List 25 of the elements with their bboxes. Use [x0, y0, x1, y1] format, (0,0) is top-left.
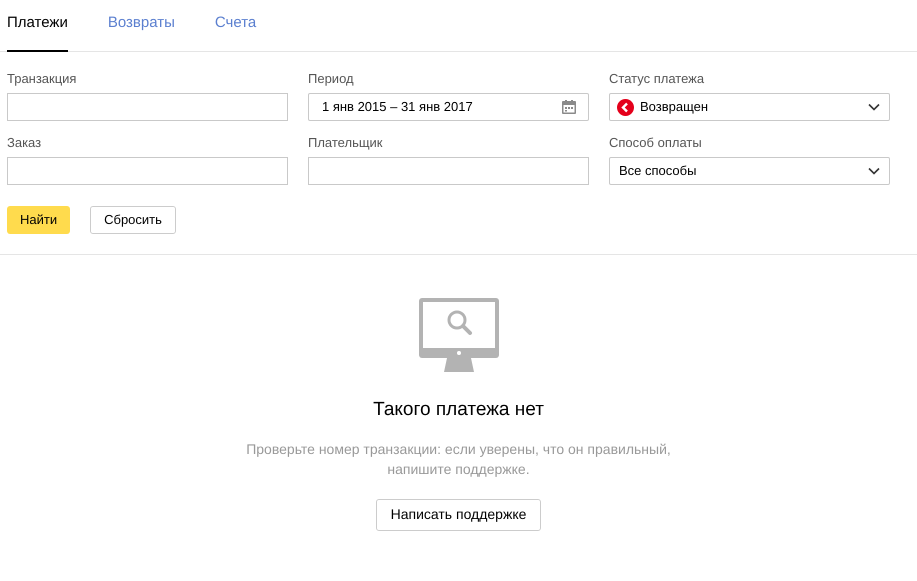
empty-state-text: Проверьте номер транзакции: если уверены, что он правильный, напишите поддержке. — [245, 440, 672, 478]
field-label: Статус платежа — [609, 71, 706, 86]
field-label: Заказ — [7, 135, 42, 150]
input-field[interactable] — [7, 157, 288, 185]
calendar-icon — [562, 100, 576, 114]
select-field[interactable]: Возвращен — [609, 93, 890, 121]
input-field[interactable] — [308, 157, 589, 185]
field-label: Способ оплаты — [609, 135, 703, 150]
contact-support-button[interactable]: Написать поддержке — [376, 498, 542, 530]
date-range-field[interactable]: 1 янв 2015 – 31 янв 2017 — [308, 93, 589, 121]
empty-state-title: Такого платежа нет — [373, 398, 544, 422]
reset-button[interactable]: Сбросить — [90, 206, 176, 234]
search-button[interactable]: Найти — [7, 206, 70, 234]
input-field[interactable] — [7, 93, 288, 121]
chevron-down-icon — [868, 103, 880, 111]
chevron-down-icon — [868, 167, 880, 175]
tab[interactable]: Возвраты — [108, 0, 175, 52]
monitor-search-icon — [418, 298, 498, 373]
tab[interactable]: Платежи — [7, 0, 68, 52]
field-label: Период — [308, 71, 355, 86]
select-field[interactable]: Все способы — [609, 157, 890, 185]
field-label: Транзакция — [7, 71, 78, 86]
field-label: Плательщик — [308, 135, 384, 150]
return-icon — [617, 98, 634, 116]
tab[interactable]: Счета — [214, 0, 256, 52]
